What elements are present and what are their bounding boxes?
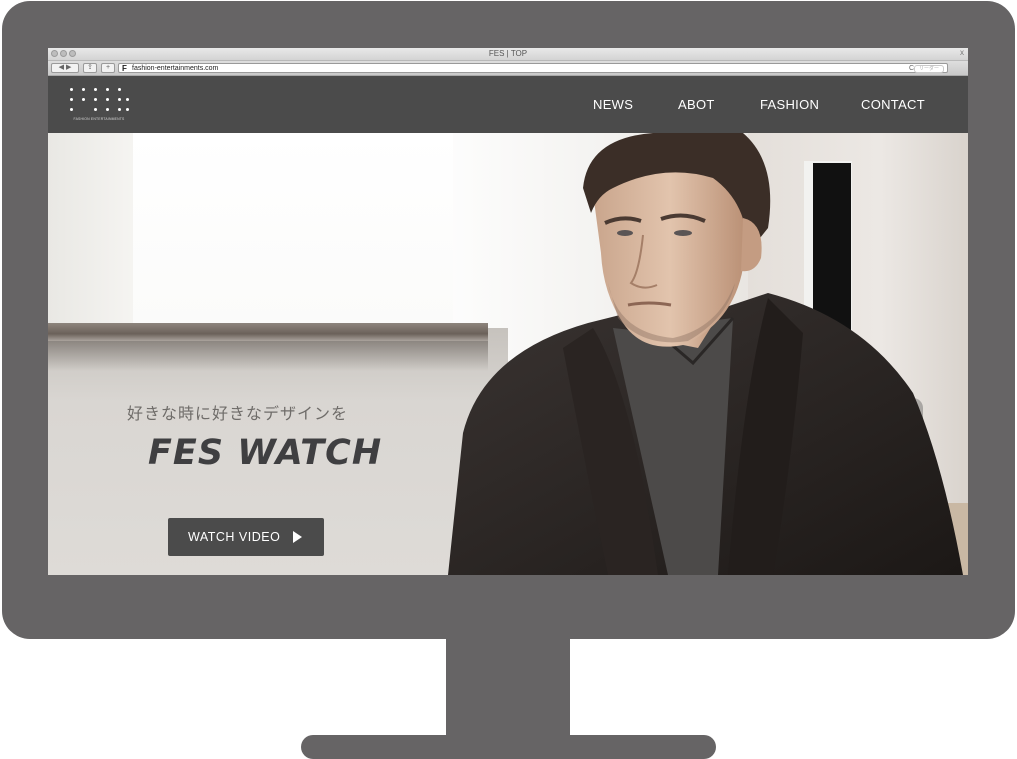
forward-arrow-icon[interactable]: ▶ <box>66 64 71 71</box>
site-logo[interactable]: FASHION ENTERTAINMENTS <box>68 86 130 124</box>
back-arrow-icon[interactable]: ◀ <box>59 64 64 71</box>
monitor-stand-neck <box>446 636 570 736</box>
wooden-shelf <box>48 323 488 341</box>
browser-titlebar: FES | TOP x <box>48 48 968 61</box>
address-bar[interactable]: F fashion-entertainments.com C リーダー <box>118 63 948 73</box>
play-icon <box>293 531 302 543</box>
new-tab-button[interactable]: + <box>101 63 115 73</box>
nav-news[interactable]: NEWS <box>593 76 633 133</box>
logo-text: FASHION ENTERTAINMENTS <box>73 117 125 121</box>
url-text[interactable]: fashion-entertainments.com <box>132 64 218 73</box>
nav-about[interactable]: ABOT <box>678 76 715 133</box>
plus-icon: + <box>105 64 111 71</box>
hero-title: FES WATCH <box>148 433 383 473</box>
share-icon: ⇪ <box>87 64 93 71</box>
share-button[interactable]: ⇪ <box>83 63 97 73</box>
monitor-stand-base <box>301 735 716 759</box>
site-favicon: F <box>122 64 127 73</box>
watch-video-button[interactable]: WATCH VIDEO <box>168 518 324 556</box>
close-icon[interactable]: x <box>960 48 964 57</box>
back-forward-buttons[interactable]: ◀ ▶ <box>51 63 79 73</box>
reader-button[interactable]: リーダー <box>914 65 944 73</box>
window-title: FES | TOP <box>488 49 528 58</box>
shelf-shadow <box>48 341 488 371</box>
watch-video-label: WATCH VIDEO <box>188 530 281 544</box>
hero-tagline: 好きな時に好きなデザインを <box>127 404 349 423</box>
nav-contact[interactable]: CONTACT <box>861 76 925 133</box>
model-photo <box>448 133 963 575</box>
nav-fashion[interactable]: FASHION <box>760 76 819 133</box>
monitor-screen: FES | TOP x ◀ ▶ ⇪ + F fashion-entertainm… <box>48 48 968 575</box>
hero-section: 好きな時に好きなデザインを FES WATCH WATCH VIDEO <box>48 133 968 575</box>
logo-dots-icon <box>68 86 130 114</box>
window-light <box>133 133 453 323</box>
browser-toolbar: ◀ ▶ ⇪ + F fashion-entertainments.com C リ… <box>48 61 968 76</box>
site-header: FASHION ENTERTAINMENTS NEWS ABOT FASHION… <box>48 76 968 133</box>
